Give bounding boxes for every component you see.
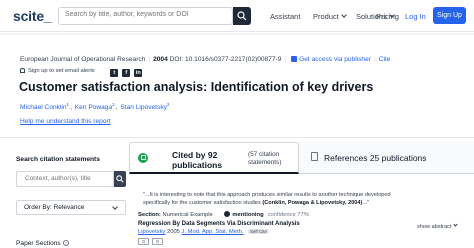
- statement-search-box: [16, 171, 114, 187]
- tab-cited-by[interactable]: Cited by 92 publications (57 citation st…: [129, 142, 299, 174]
- paper-sections-label: Paper Sections: [16, 240, 61, 247]
- nav-product[interactable]: Product: [313, 12, 347, 21]
- section-divider: [0, 137, 474, 138]
- search-input[interactable]: [65, 11, 215, 18]
- alert-row: Sign up to set email alerts t f in: [20, 68, 143, 77]
- citation-section-row: Section: Numerical Example mentioning con…: [138, 211, 309, 218]
- confidence-value: confidence 77%: [267, 212, 309, 218]
- nav-assistant[interactable]: Assistant: [270, 12, 300, 21]
- paper-title: Customer satisfaction analysis: Identifi…: [19, 80, 374, 94]
- citing-journal-link[interactable]: J. Mod. App. Stat. Meth.: [182, 229, 244, 235]
- supporting-count-badge: 0: [138, 238, 149, 245]
- cited-by-label: Cited by 92 publications: [172, 150, 223, 170]
- mentioning-label: mentioning: [232, 212, 264, 218]
- facebook-icon[interactable]: f: [122, 69, 131, 77]
- citing-author-link[interactable]: Lipovetsky: [138, 229, 165, 235]
- statement-search-button[interactable]: [114, 171, 126, 187]
- author-list: Michael Conklin1, Ken Powaga2, Stan Lipo…: [20, 102, 170, 112]
- statement-search-input[interactable]: [25, 175, 91, 182]
- order-by-select[interactable]: Order By: Relevance: [16, 200, 126, 215]
- header-band: [0, 33, 474, 35]
- nav-pricing[interactable]: Pricing: [376, 12, 399, 21]
- journal-name: European Journal of Operational Research: [20, 56, 146, 63]
- references-label: References 25 publications: [324, 153, 427, 163]
- show-abstract-toggle[interactable]: show abstract: [417, 222, 458, 230]
- section-value: Numerical Example: [162, 212, 213, 218]
- author-link[interactable]: Stan Lipovetsky: [120, 104, 167, 111]
- login-link[interactable]: Log In: [405, 12, 426, 21]
- citation-bubble-icon: [138, 153, 148, 163]
- search-icon: [116, 175, 124, 183]
- chevron-down-icon: [341, 12, 347, 18]
- search-box: [58, 7, 233, 25]
- get-access-link[interactable]: Get access via publisher: [299, 56, 371, 63]
- tab-references[interactable]: References 25 publications: [299, 142, 474, 174]
- document-icon: [311, 152, 318, 161]
- nav-product-label: Product: [313, 12, 339, 21]
- author-link[interactable]: Michael Conklin: [20, 104, 67, 111]
- citing-paper-title[interactable]: Regression By Data Segments Via Discrimi…: [138, 221, 300, 227]
- search-button[interactable]: [233, 7, 251, 25]
- chevron-down-icon: [112, 204, 118, 210]
- paper-doi: DOI: 10.1016/s0377-2217(02)00877-9: [169, 56, 282, 63]
- signup-button[interactable]: Sign Up: [433, 7, 466, 24]
- citation-statements-count: (57 citation statements): [248, 151, 282, 166]
- linkedin-icon[interactable]: in: [134, 69, 143, 77]
- top-nav: scite_ Assistant Product Solutions Log I…: [0, 0, 474, 32]
- citation-snippet: "...It is interesting to note that this …: [143, 192, 391, 206]
- help-understand-link[interactable]: Help me understand this report: [20, 118, 111, 125]
- cite-link[interactable]: Cite: [379, 56, 391, 63]
- email-alerts-link[interactable]: Sign up to set email alerts: [28, 68, 95, 74]
- paper-year: 2004: [153, 56, 168, 63]
- author-link[interactable]: Ken Powaga: [75, 104, 112, 111]
- search-statements-label: Search citation statements: [16, 156, 100, 163]
- help-icon[interactable]: ?: [62, 240, 69, 246]
- lock-icon: [291, 56, 298, 62]
- self-cite-badge: Self Cite: [248, 229, 270, 234]
- paper-header: European Journal of Operational Research…: [13, 46, 466, 146]
- paper-meta: European Journal of Operational Research…: [20, 56, 391, 63]
- search-icon: [237, 11, 247, 21]
- bell-icon: [20, 68, 25, 73]
- scite-logo[interactable]: scite_: [13, 8, 52, 24]
- paper-sections-filter[interactable]: Paper Sections?: [16, 240, 69, 247]
- chevron-down-icon: [452, 222, 458, 227]
- twitter-icon[interactable]: t: [110, 69, 119, 77]
- mentioning-icon: [224, 211, 231, 217]
- order-by-value: Order By: Relevance: [24, 204, 85, 211]
- contrasting-count-badge: 0: [152, 238, 163, 245]
- citing-paper-meta: Lipovetsky 2005 J. Mod. App. Stat. Meth.…: [138, 229, 270, 235]
- citing-paper-badges: 00: [138, 238, 166, 245]
